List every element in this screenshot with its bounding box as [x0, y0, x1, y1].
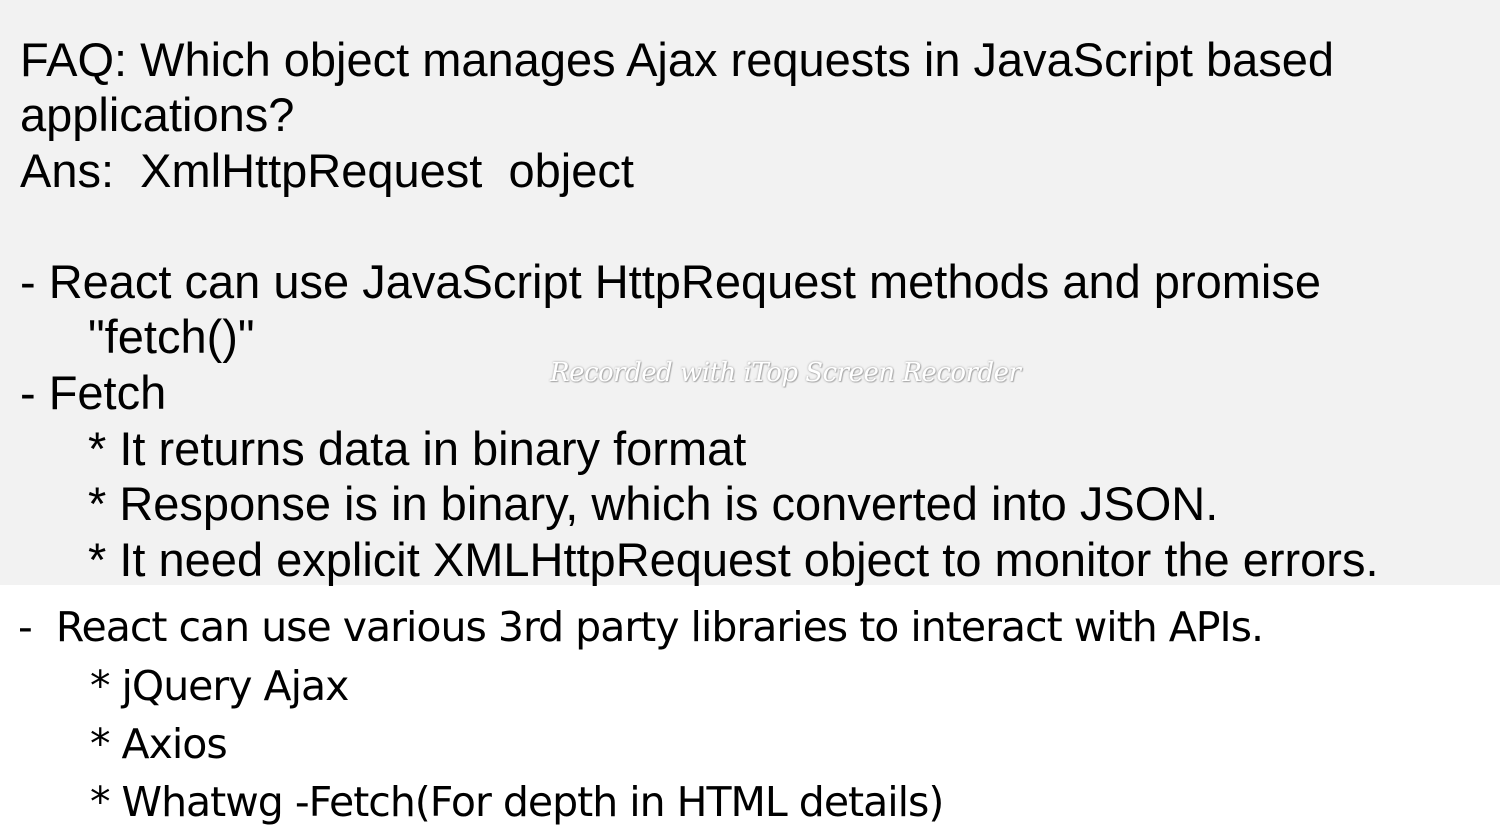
- third-party-item-jquery: * jQuery Ajax: [90, 662, 349, 710]
- fetch-point-json: * Response is in binary, which is conver…: [88, 477, 1219, 530]
- faq-question-line-2: applications?: [20, 88, 295, 141]
- react-http-line-2: "fetch()": [88, 310, 255, 363]
- faq-answer: Ans: XmlHttpRequest object: [20, 144, 634, 197]
- fetch-heading: - Fetch: [20, 366, 167, 419]
- fetch-point-errors: * It need explicit XMLHttpRequest object…: [88, 533, 1379, 586]
- recorder-watermark: Recorded with iTop Screen Recorder: [550, 358, 1021, 388]
- fetch-point-binary: * It returns data in binary format: [88, 422, 747, 475]
- faq-question-line-1: FAQ: Which object manages Ajax requests …: [20, 33, 1335, 86]
- third-party-item-whatwg: * Whatwg -Fetch(For depth in HTML detail…: [90, 778, 944, 826]
- third-party-heading: - React can use various 3rd party librar…: [18, 603, 1264, 651]
- third-party-item-axios: * Axios: [90, 720, 228, 768]
- react-http-line-1: - React can use JavaScript HttpRequest m…: [20, 255, 1321, 308]
